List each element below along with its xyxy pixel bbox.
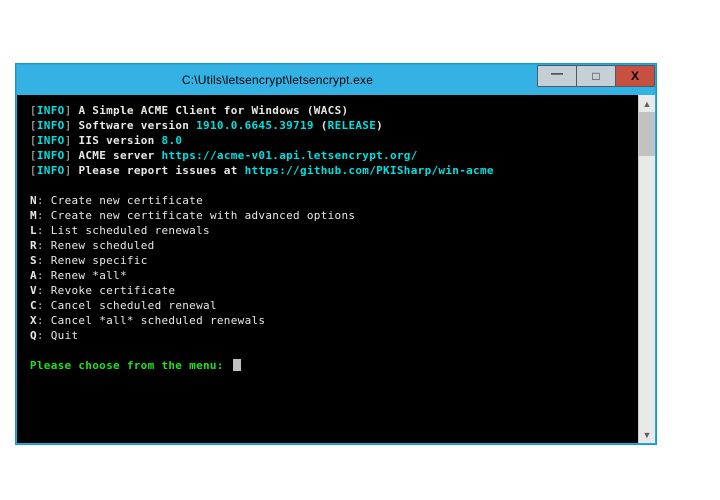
menu-key: X <box>30 314 37 327</box>
info-tag: INFO <box>37 164 65 177</box>
info-tag: INFO <box>37 104 65 117</box>
menu-key: L <box>30 224 37 237</box>
menu-label: Renew specific <box>51 254 148 267</box>
scroll-down-button[interactable]: ▼ <box>639 426 655 443</box>
console-window: C:\Utils\letsencrypt\letsencrypt.exe — □… <box>16 64 656 444</box>
menu-key: N <box>30 194 37 207</box>
scroll-thumb[interactable] <box>639 112 655 156</box>
menu-label: Create new certificate with advanced opt… <box>51 209 356 222</box>
maximize-button[interactable]: □ <box>576 65 616 87</box>
scroll-up-button[interactable]: ▲ <box>639 95 655 112</box>
acme-server-url: https://acme-v01.api.letsencrypt.org/ <box>162 149 418 162</box>
menu-label: Create new certificate <box>51 194 203 207</box>
info-tag: INFO <box>37 149 65 162</box>
menu-label: Renew scheduled <box>51 239 155 252</box>
minimize-icon: — <box>551 66 563 80</box>
window-title: C:\Utils\letsencrypt\letsencrypt.exe <box>17 73 538 87</box>
release-tag: RELEASE <box>328 119 376 132</box>
info-tag: INFO <box>37 134 65 147</box>
menu-key: M <box>30 209 37 222</box>
menu-label: Revoke certificate <box>51 284 176 297</box>
titlebar[interactable]: C:\Utils\letsencrypt\letsencrypt.exe — □… <box>17 65 655 95</box>
minimize-button[interactable]: — <box>537 65 577 87</box>
chevron-up-icon: ▲ <box>643 99 652 109</box>
menu-label: Renew *all* <box>51 269 127 282</box>
menu-key: V <box>30 284 37 297</box>
menu-label: Quit <box>51 329 79 342</box>
menu-key: R <box>30 239 37 252</box>
menu-key: S <box>30 254 37 267</box>
info-tag: INFO <box>37 119 65 132</box>
console-output[interactable]: [INFO] A Simple ACME Client for Windows … <box>17 95 655 443</box>
close-button[interactable]: X <box>615 65 655 87</box>
vertical-scrollbar[interactable]: ▲ ▼ <box>638 95 655 443</box>
issues-url: https://github.com/PKISharp/win-acme <box>245 164 494 177</box>
console-area: [INFO] A Simple ACME Client for Windows … <box>17 95 655 443</box>
scroll-track[interactable] <box>639 112 655 426</box>
window-controls: — □ X <box>538 65 655 95</box>
close-icon: X <box>631 69 639 83</box>
menu-key: A <box>30 269 37 282</box>
menu-key: C <box>30 299 37 312</box>
chevron-down-icon: ▼ <box>643 430 652 440</box>
prompt-text: Please choose from the menu: <box>23 359 231 372</box>
menu-label: Cancel *all* scheduled renewals <box>51 314 266 327</box>
software-version: 1910.0.6645.39719 <box>196 119 314 132</box>
menu-label: List scheduled renewals <box>51 224 210 237</box>
menu-key: Q <box>30 329 37 342</box>
cursor-icon <box>233 359 241 371</box>
maximize-icon: □ <box>592 69 599 83</box>
iis-version: 8.0 <box>162 134 183 147</box>
info-line-text: A Simple ACME Client for Windows (WACS) <box>78 104 348 117</box>
menu-label: Cancel scheduled renewal <box>51 299 217 312</box>
